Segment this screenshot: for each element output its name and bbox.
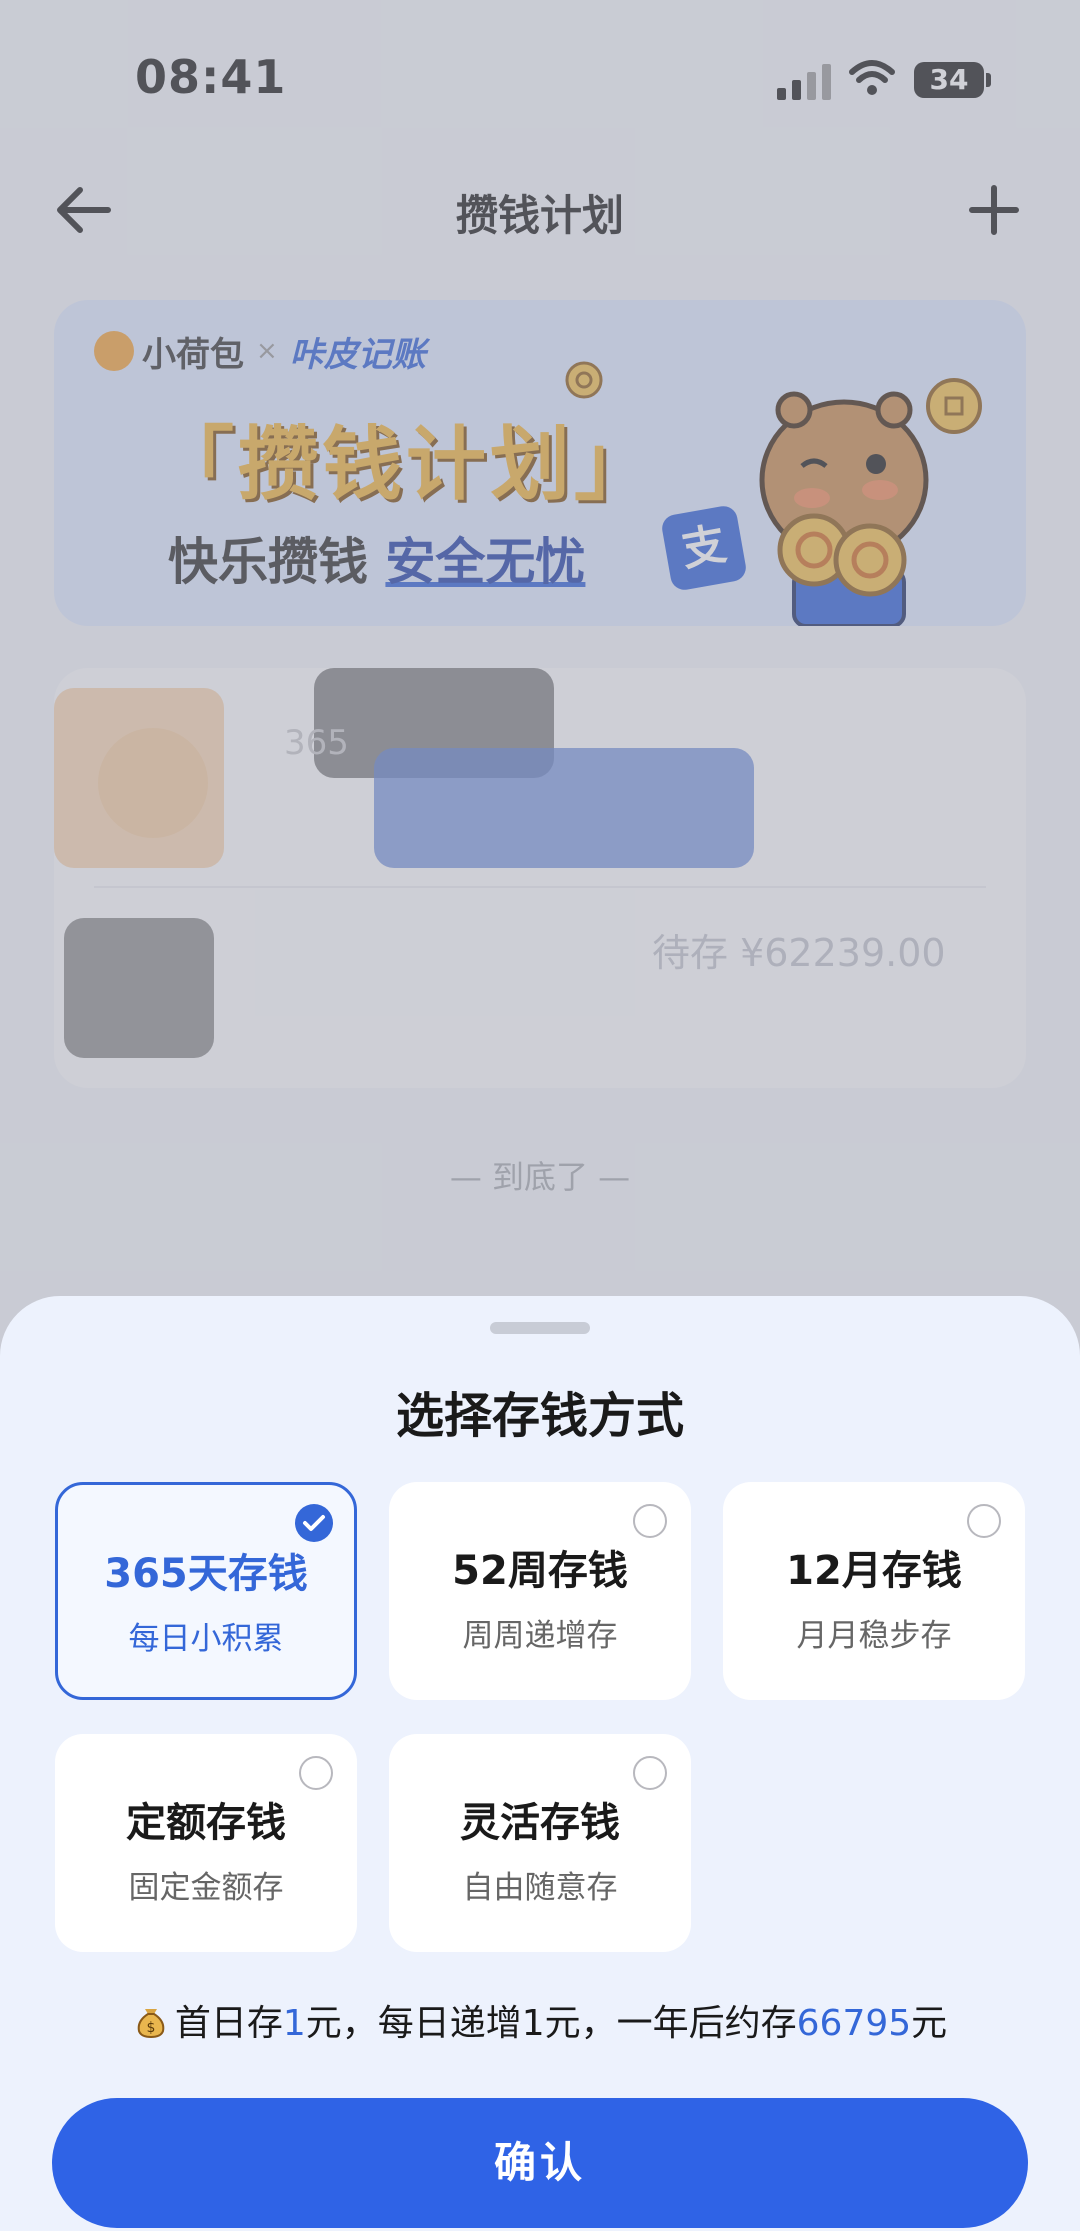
sheet-drag-handle[interactable]: [490, 1322, 590, 1334]
sheet-title: 选择存钱方式: [395, 1388, 684, 1444]
radio-icon: [967, 1504, 1001, 1538]
option-365-days[interactable]: 365天存钱 每日小积累: [55, 1482, 357, 1700]
radio-icon: [633, 1756, 667, 1790]
option-subtitle: 周周递增存: [462, 1618, 618, 1654]
svg-text:$: $: [146, 2020, 155, 2036]
summary-part-3: 元: [911, 2003, 948, 2044]
option-subtitle: 固定金额存: [128, 1870, 284, 1906]
summary-total: 66795: [796, 2003, 912, 2044]
option-subtitle: 月月稳步存: [796, 1618, 952, 1654]
option-subtitle: 每日小积累: [128, 1621, 284, 1657]
summary-first-amount: 1: [282, 2003, 306, 2044]
option-title: 52周存钱: [452, 1548, 628, 1594]
option-title: 12月存钱: [786, 1548, 962, 1594]
radio-icon: [299, 1756, 333, 1790]
option-title: 365天存钱: [104, 1551, 308, 1597]
radio-icon: [633, 1504, 667, 1538]
savings-method-sheet: 选择存钱方式 365天存钱 每日小积累 52周存钱 周周递增存 12月存钱 月月…: [0, 1296, 1080, 2231]
savings-summary: $ 首日存1元，每日递增1元，一年后约存66795元: [0, 1994, 1080, 2046]
confirm-button[interactable]: 确认: [52, 2098, 1028, 2228]
summary-part-2: 元，每日递增1元，一年后约存: [305, 2003, 797, 2044]
summary-part-1: 首日存: [174, 2003, 283, 2044]
option-12-months[interactable]: 12月存钱 月月稳步存: [723, 1482, 1025, 1700]
money-bag-icon: $: [137, 2009, 165, 2039]
option-title: 灵活存钱: [460, 1800, 620, 1846]
checked-radio-icon: [295, 1504, 333, 1542]
option-title: 定额存钱: [126, 1800, 286, 1846]
option-subtitle: 自由随意存: [462, 1870, 618, 1906]
option-52-weeks[interactable]: 52周存钱 周周递增存: [389, 1482, 691, 1700]
option-fixed-amount[interactable]: 定额存钱 固定金额存: [55, 1734, 357, 1952]
option-flexible[interactable]: 灵活存钱 自由随意存: [389, 1734, 691, 1952]
